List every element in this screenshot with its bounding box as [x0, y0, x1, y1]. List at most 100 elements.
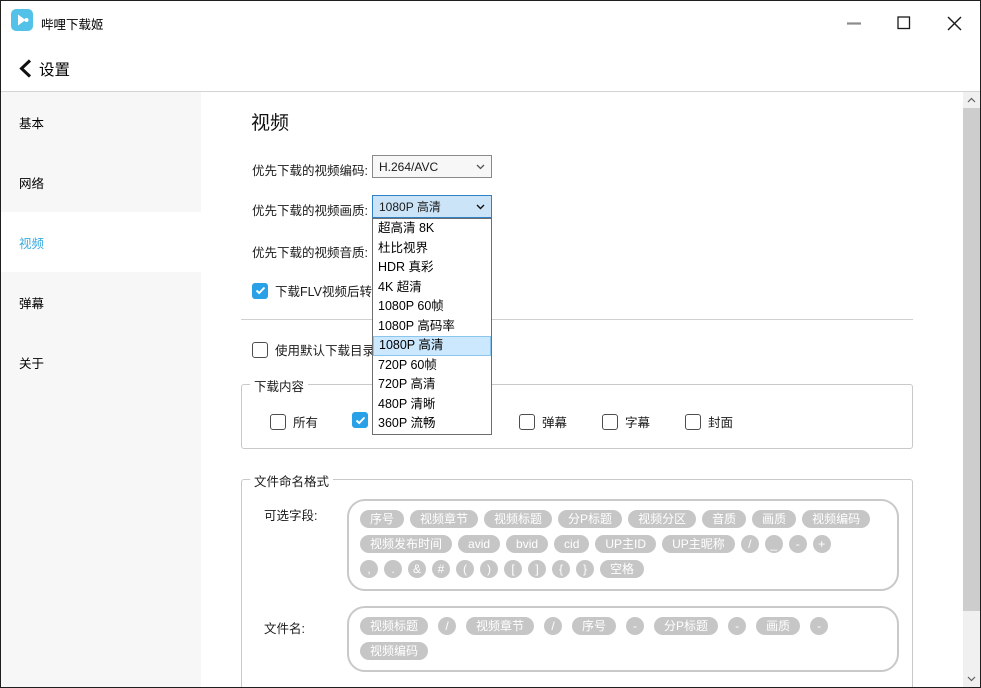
field-tag[interactable]: 视频发布时间 — [360, 535, 452, 553]
download-content-checkbox-row[interactable]: 弹幕 — [519, 412, 567, 431]
filename-tag[interactable]: 画质 — [756, 617, 800, 635]
quality-select-value: 1080P 高清 — [379, 198, 476, 215]
field-tag[interactable]: 空格 — [600, 560, 644, 578]
quality-option[interactable]: 1080P 60帧 — [373, 297, 491, 317]
quality-label: 优先下载的视频画质: — [252, 200, 368, 219]
field-tag[interactable]: bvid — [506, 535, 548, 553]
sidebar-item[interactable]: 基本 — [1, 92, 201, 152]
filename-tag[interactable]: - — [810, 617, 828, 635]
flv-transcode-checkbox[interactable] — [252, 283, 268, 299]
field-tag[interactable]: 画质 — [752, 510, 796, 528]
field-tag[interactable]: 音质 — [702, 510, 746, 528]
download-content-checkbox[interactable] — [270, 414, 286, 430]
quality-option[interactable]: 1080P 高清 — [373, 336, 491, 356]
filename-tag[interactable]: 序号 — [572, 617, 616, 635]
default-dir-checkbox-row[interactable]: 使用默认下载目录 — [252, 340, 375, 359]
scrollbar-thumb[interactable] — [963, 108, 980, 611]
field-tag[interactable]: { — [552, 560, 570, 578]
field-tag[interactable]: - — [789, 535, 807, 553]
download-content-checkbox-row[interactable]: 字幕 — [602, 412, 650, 431]
chevron-down-icon — [476, 164, 485, 170]
field-tag[interactable]: 分P标题 — [558, 510, 622, 528]
field-tag[interactable]: 视频章节 — [410, 510, 478, 528]
filename-tag[interactable]: 分P标题 — [654, 617, 718, 635]
field-tag[interactable]: ] — [528, 560, 546, 578]
field-tag[interactable]: cid — [554, 535, 589, 553]
audio-label: 优先下载的视频音质: — [252, 242, 368, 261]
quality-option[interactable]: HDR 真彩 — [373, 258, 491, 278]
quality-option[interactable]: 杜比视界 — [373, 239, 491, 259]
flv-transcode-label: 下载FLV视频后转码 — [275, 281, 385, 300]
download-content-checkbox[interactable] — [685, 414, 701, 430]
maximize-button[interactable] — [891, 11, 917, 35]
quality-option[interactable]: 720P 高清 — [373, 375, 491, 395]
download-content-checkbox[interactable] — [352, 412, 368, 428]
field-tag[interactable]: 视频分区 — [628, 510, 696, 528]
field-tag[interactable]: & — [408, 560, 426, 578]
field-tag[interactable]: _ — [765, 535, 783, 553]
titlebar: 哔哩下载姬 — [1, 1, 980, 41]
quality-option[interactable]: 720P 60帧 — [373, 356, 491, 376]
field-tag[interactable]: 序号 — [360, 510, 404, 528]
field-tag[interactable]: ( — [456, 560, 474, 578]
filename-tag[interactable]: / — [438, 617, 456, 635]
quality-option[interactable]: 1080P 高码率 — [373, 317, 491, 337]
download-content-checkbox[interactable] — [519, 414, 535, 430]
field-tag[interactable]: / — [741, 535, 759, 553]
field-tag[interactable]: , — [360, 560, 378, 578]
back-button[interactable] — [14, 56, 36, 80]
page-title: 设置 — [39, 58, 70, 80]
filename-tag[interactable]: / — [544, 617, 562, 635]
quality-option[interactable]: 超高清 8K — [373, 219, 491, 239]
tag-row: 视频标题/视频章节/序号-分P标题-画质- — [360, 617, 886, 635]
quality-option[interactable]: 360P 流畅 — [373, 414, 491, 434]
quality-option[interactable]: 480P 清晰 — [373, 395, 491, 415]
tag-row: 视频发布时间 avid bvidcid UP主ID UP主昵称 / _-+ — [360, 535, 886, 553]
download-content-checkbox-row[interactable]: 封面 — [685, 412, 733, 431]
close-button[interactable] — [941, 11, 967, 35]
download-content-checkbox-row[interactable] — [352, 412, 368, 428]
field-tag[interactable]: 视频标题 — [484, 510, 552, 528]
filename-tag[interactable]: 视频标题 — [360, 617, 428, 635]
sidebar-item[interactable]: 视频 — [1, 212, 201, 272]
filename-tag[interactable]: - — [728, 617, 746, 635]
download-content-checkbox-row[interactable]: 所有 — [270, 412, 318, 431]
naming-format-group: 文件命名格式 可选字段: 序号视频章节视频标题分P标题视频分区音质画质视频编码视… — [241, 479, 913, 688]
download-content-checkbox-label: 弹幕 — [542, 412, 567, 431]
tag-row: ,.&# () [] {} 空格 — [360, 560, 886, 578]
field-tag[interactable]: ) — [480, 560, 498, 578]
codec-select-value: H.264/AVC — [379, 160, 476, 174]
scroll-down-icon[interactable] — [963, 671, 980, 687]
quality-select[interactable]: 1080P 高清 — [372, 195, 492, 218]
field-tag[interactable]: [ — [504, 560, 522, 578]
flv-transcode-checkbox-row[interactable]: 下载FLV视频后转码 — [252, 281, 385, 300]
default-dir-label: 使用默认下载目录 — [275, 340, 375, 359]
field-tag[interactable]: } — [576, 560, 594, 578]
sidebar-item[interactable]: 关于 — [1, 332, 201, 392]
download-content-checkbox[interactable] — [602, 414, 618, 430]
filename-tag[interactable]: 视频章节 — [466, 617, 534, 635]
codec-select[interactable]: H.264/AVC — [372, 155, 492, 178]
sidebar-item[interactable]: 弹幕 — [1, 272, 201, 332]
app-window: 哔哩下载姬 设置 基本网络视频弹幕关于 视频 优先下载的视频编码: H.264/… — [0, 0, 981, 688]
filename-box: 视频标题/视频章节/序号-分P标题-画质-视频编码 — [347, 606, 899, 672]
scroll-up-icon[interactable] — [963, 92, 980, 108]
download-content-checkbox-label: 所有 — [293, 412, 318, 431]
field-tag[interactable]: + — [813, 535, 831, 553]
minimize-button[interactable] — [841, 11, 867, 35]
tag-row: 序号视频章节视频标题分P标题视频分区音质画质视频编码 — [360, 510, 886, 528]
filename-tag[interactable]: - — [626, 617, 644, 635]
field-tag[interactable]: avid — [458, 535, 500, 553]
tag-row: 视频编码 — [360, 642, 886, 660]
scrollbar[interactable] — [963, 92, 980, 687]
field-tag[interactable]: UP主昵称 — [662, 535, 735, 553]
field-tag[interactable]: . — [384, 560, 402, 578]
download-content-checkbox-label: 封面 — [708, 412, 733, 431]
field-tag[interactable]: 视频编码 — [802, 510, 870, 528]
filename-tag[interactable]: 视频编码 — [360, 642, 428, 660]
field-tag[interactable]: # — [432, 560, 450, 578]
field-tag[interactable]: UP主ID — [595, 535, 656, 553]
sidebar-item[interactable]: 网络 — [1, 152, 201, 212]
default-dir-checkbox[interactable] — [252, 342, 268, 358]
quality-option[interactable]: 4K 超清 — [373, 278, 491, 298]
